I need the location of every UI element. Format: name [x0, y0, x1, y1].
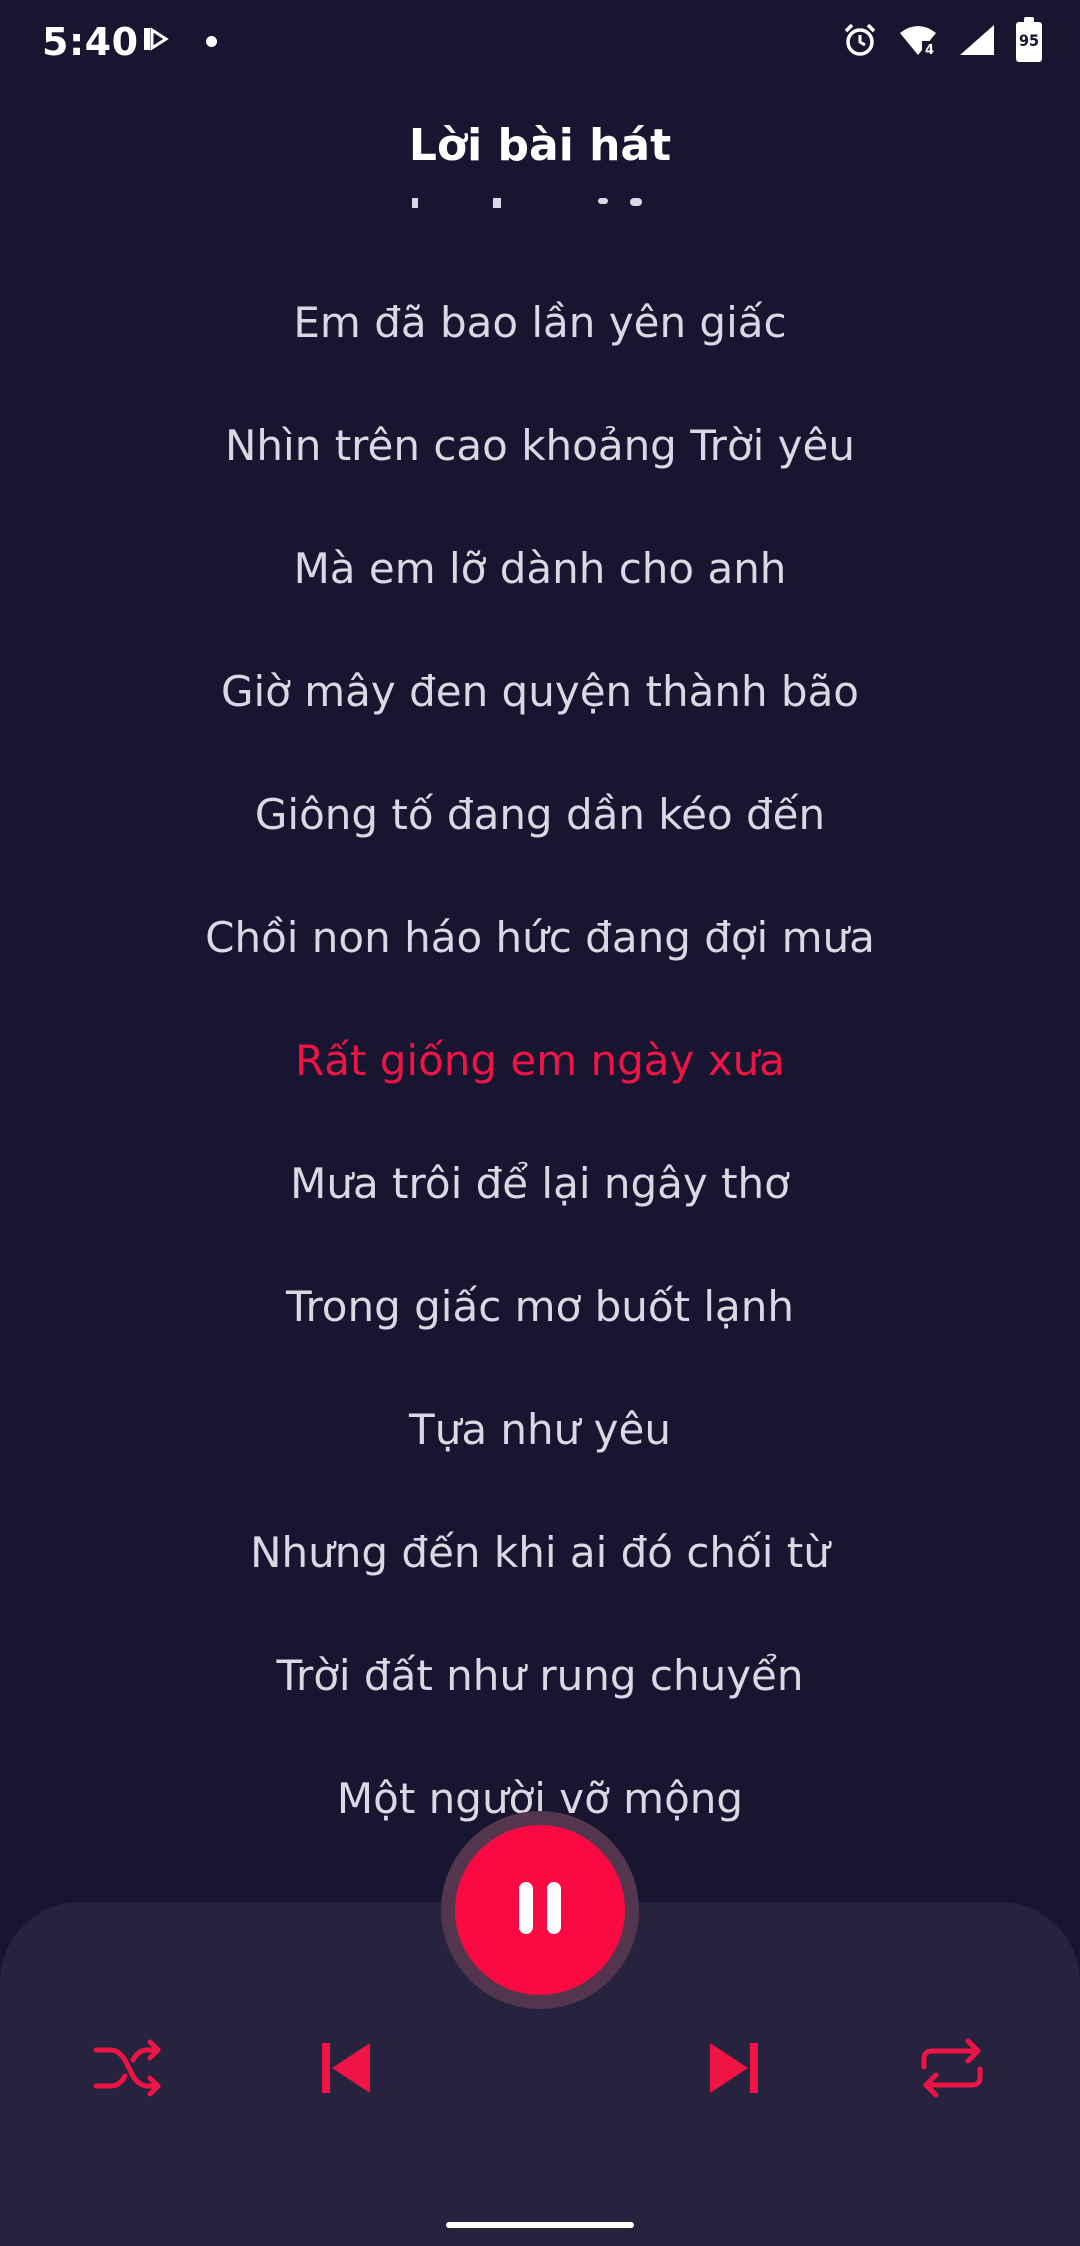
lyrics-screen: 5:40 4 95 Lời bài hát Em đã bao lần yên …: [0, 0, 1080, 2246]
svg-text:4: 4: [925, 43, 934, 57]
shuffle-button[interactable]: [88, 2030, 168, 2110]
status-bar: 5:40 4 95: [0, 0, 1080, 90]
alarm-icon: [842, 22, 878, 62]
lyric-line[interactable]: Nhìn trên cao khoảng Trời yêu: [0, 420, 1080, 472]
lyric-line[interactable]: Giờ mây đen quyện thành bão: [0, 666, 1080, 718]
lyric-line-active[interactable]: Rất giống em ngày xưa: [0, 1035, 1080, 1087]
lyric-line[interactable]: Trời đất như rung chuyển: [0, 1650, 1080, 1702]
wifi-icon: 4: [898, 23, 938, 61]
pause-icon: [515, 1880, 565, 1940]
cellular-signal-icon: [958, 23, 996, 61]
next-button[interactable]: [694, 2030, 774, 2110]
partial-lyric-line: [0, 190, 1080, 214]
lyric-line[interactable]: Chồi non háo hức đang đợi mưa: [0, 912, 1080, 964]
skip-next-icon: [704, 2039, 764, 2101]
notification-dot-icon: [206, 35, 217, 47]
previous-button[interactable]: [306, 2030, 386, 2110]
lyric-line[interactable]: Mưa trôi để lại ngây thơ: [0, 1158, 1080, 1210]
page-title: Lời bài hát: [408, 120, 672, 171]
lyric-line[interactable]: Nhưng đến khi ai đó chối từ: [0, 1527, 1080, 1579]
repeat-button[interactable]: [912, 2030, 992, 2110]
home-indicator[interactable]: [446, 2222, 634, 2228]
skip-previous-icon: [316, 2039, 376, 2101]
play-pause-button[interactable]: [455, 1825, 625, 1995]
lyrics-list[interactable]: Em đã bao lần yên giấc Nhìn trên cao khoả…: [0, 190, 1080, 1850]
media-app-icon: [140, 24, 170, 58]
status-time: 5:40: [42, 20, 139, 64]
lyric-line[interactable]: Em đã bao lần yên giấc: [0, 297, 1080, 349]
lyric-line[interactable]: Mà em lỡ dành cho anh: [0, 543, 1080, 595]
shuffle-icon: [92, 2036, 164, 2104]
repeat-icon: [918, 2035, 986, 2105]
lyric-line[interactable]: Tựa như yêu: [0, 1404, 1080, 1456]
battery-icon: 95: [1016, 17, 1042, 62]
battery-level: 95: [1018, 31, 1040, 50]
lyric-line[interactable]: Giông tố đang dần kéo đến: [0, 789, 1080, 841]
lyric-line[interactable]: Trong giấc mơ buốt lạnh: [0, 1281, 1080, 1333]
